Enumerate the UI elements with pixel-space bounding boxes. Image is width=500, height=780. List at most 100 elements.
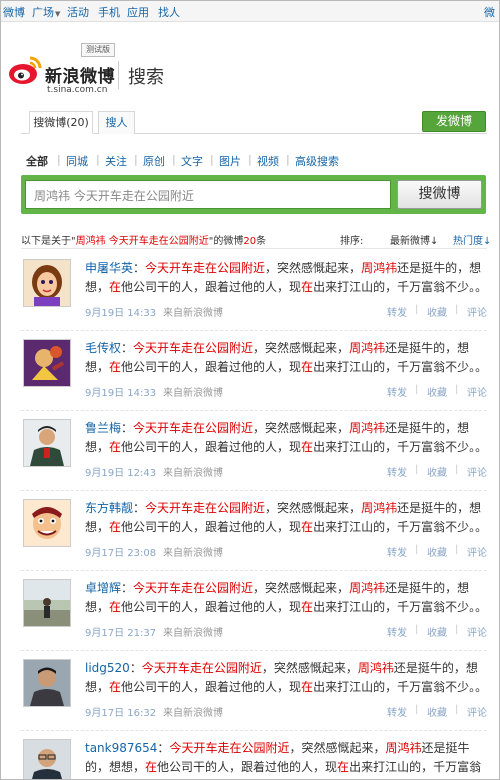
sort-hot[interactable]: 热门度↓	[453, 232, 491, 247]
nav-item-apps[interactable]: 应用	[127, 4, 149, 20]
post-source: 来自新浪微博	[163, 468, 223, 479]
post-source: 来自新浪微博	[163, 308, 223, 319]
post-timestamp[interactable]: 9月19日 14:33	[85, 304, 156, 319]
post-source: 来自新浪微博	[163, 628, 223, 639]
keyword-highlight: 在	[301, 600, 314, 614]
post-timestamp[interactable]: 9月17日 23:08	[85, 544, 156, 559]
action-separator: |	[455, 544, 459, 555]
favorite-link[interactable]: 收藏	[427, 464, 447, 479]
keyword-highlight: 在	[109, 680, 122, 694]
filter-separator: |	[248, 153, 252, 166]
post-meta: 9月17日 21:37 来自新浪微博 转发 | 收藏 | 评论	[85, 624, 489, 639]
favorite-link[interactable]: 收藏	[427, 624, 447, 639]
comment-link[interactable]: 评论	[467, 384, 487, 399]
comment-link[interactable]: 评论	[467, 704, 487, 719]
filter-all[interactable]: 全部	[26, 153, 48, 169]
comment-link[interactable]: 评论	[467, 464, 487, 479]
nav-item-events[interactable]: 活动	[67, 4, 89, 20]
avatar[interactable]	[23, 659, 71, 707]
action-separator: |	[455, 464, 459, 475]
repost-link[interactable]: 转发	[387, 384, 407, 399]
post-username[interactable]: 鲁兰梅	[85, 421, 121, 435]
post-timestamp[interactable]: 9月17日 16:32	[85, 704, 156, 719]
man-with-glasses-avatar-icon	[24, 740, 70, 779]
post-source: 来自新浪微博	[163, 388, 223, 399]
post-username[interactable]: 东方韩靓	[85, 501, 133, 515]
filter-video[interactable]: 视频	[257, 153, 279, 169]
repost-link[interactable]: 转发	[387, 624, 407, 639]
sina-weibo-logo-icon[interactable]	[8, 52, 44, 86]
favorite-link[interactable]: 收藏	[427, 384, 447, 399]
favorite-link[interactable]: 收藏	[427, 544, 447, 559]
search-input[interactable]: 周鸿祎 今天开车走在公园附近	[25, 180, 391, 209]
keyword-highlight: 在	[301, 440, 314, 454]
keyword-highlight: 今天开车走在公园附近	[145, 261, 266, 275]
comment-link[interactable]: 评论	[467, 304, 487, 319]
repost-link[interactable]: 转发	[387, 464, 407, 479]
nav-item-weibo[interactable]: 微博	[3, 4, 25, 20]
comment-link[interactable]: 评论	[467, 624, 487, 639]
result-post: lidg520：今天开车走在公园附近，突然感慨起来，周鸿祎还是挺牛的，想想，在他…	[21, 651, 487, 731]
filter-following[interactable]: 关注	[105, 153, 127, 169]
keyword-highlight: 在	[109, 600, 122, 614]
avatar[interactable]	[23, 579, 71, 627]
post-text: 他公司干的人，跟着过他的人，现	[121, 360, 302, 374]
avatar[interactable]	[23, 419, 71, 467]
avatar[interactable]	[23, 339, 71, 387]
post-username[interactable]: 申屠华英	[85, 261, 133, 275]
filter-separator: |	[96, 153, 100, 166]
comment-link[interactable]: 评论	[467, 544, 487, 559]
avatar[interactable]	[23, 499, 71, 547]
filter-local[interactable]: 同城	[66, 153, 88, 169]
tab-search-people[interactable]: 搜人	[98, 111, 135, 134]
keyword-highlight: 在	[109, 440, 122, 454]
post-content: 东方韩靓：今天开车走在公园附近，突然感慨起来，周鸿祎还是挺牛的，想想，在他公司干…	[85, 501, 488, 534]
keyword-highlight: 周鸿祎	[349, 581, 386, 595]
filter-advanced-search[interactable]: 高级搜索	[295, 153, 339, 169]
tab-search-weibo[interactable]: 搜微博(20)	[29, 111, 93, 134]
post-weibo-button[interactable]: 发微博	[422, 111, 486, 132]
sort-latest[interactable]: 最新微博↓	[390, 232, 438, 247]
result-post: 申屠华英：今天开车走在公园附近，突然感慨起来，周鸿祎还是挺牛的，想想，在他公司干…	[21, 251, 487, 331]
keyword-highlight: 今天开车走在公园附近	[133, 341, 254, 355]
post-username[interactable]: 卓增辉	[85, 581, 121, 595]
filter-images[interactable]: 图片	[219, 153, 241, 169]
favorite-link[interactable]: 收藏	[427, 304, 447, 319]
post-text: ，突然感慨起来，	[261, 661, 358, 675]
keyword-highlight: 周鸿祎	[385, 741, 422, 755]
post-username[interactable]: lidg520	[85, 661, 130, 675]
results-prefix: 以下是关于"	[21, 236, 76, 247]
search-weibo-button[interactable]: 搜微博	[397, 180, 482, 209]
nav-item-square[interactable]: 广场▼	[32, 4, 60, 20]
keyword-highlight: 周鸿祎	[361, 501, 398, 515]
nav-item-find-people[interactable]: 找人	[158, 4, 180, 20]
post-text: ，突然感慨起来，	[265, 261, 362, 275]
filter-original[interactable]: 原创	[143, 153, 165, 169]
post-timestamp[interactable]: 9月17日 21:37	[85, 624, 156, 639]
post-timestamp[interactable]: 9月19日 12:43	[85, 464, 156, 479]
avatar[interactable]	[23, 259, 71, 307]
post-text: 他公司干的人，跟着过他的人，现	[121, 680, 302, 694]
repost-link[interactable]: 转发	[387, 544, 407, 559]
avatar[interactable]	[23, 739, 71, 779]
post-content: 卓增辉：今天开车走在公园附近，突然感慨起来，周鸿祎还是挺牛的，想想，在他公司干的…	[85, 581, 488, 614]
keyword-highlight: 在	[301, 280, 314, 294]
repost-link[interactable]: 转发	[387, 304, 407, 319]
favorite-link[interactable]: 收藏	[427, 704, 447, 719]
results-summary: 以下是关于"周鸿祎 今天开车走在公园附近"的微博20条	[21, 232, 266, 247]
nav-item-mobile[interactable]: 手机	[98, 4, 120, 20]
action-separator: |	[415, 624, 419, 635]
post-timestamp[interactable]: 9月19日 14:33	[85, 384, 156, 399]
post-username[interactable]: 毛传权	[85, 341, 121, 355]
post-meta: 9月19日 12:43 来自新浪微博 转发 | 收藏 | 评论	[85, 464, 489, 479]
keyword-highlight: 今天开车走在公园附近	[141, 661, 262, 675]
results-divider	[21, 248, 487, 249]
nav-item-right[interactable]: 微	[484, 4, 495, 20]
chevron-down-icon: ▼	[55, 10, 61, 18]
post-text: 出来打江山的，千万富翁不少。。	[313, 680, 488, 694]
post-text: 出来打江山的，千万富翁不少。。	[313, 440, 488, 454]
post-username[interactable]: tank987654	[85, 741, 157, 755]
filter-separator: |	[286, 153, 290, 166]
repost-link[interactable]: 转发	[387, 704, 407, 719]
filter-text[interactable]: 文字	[181, 153, 203, 169]
